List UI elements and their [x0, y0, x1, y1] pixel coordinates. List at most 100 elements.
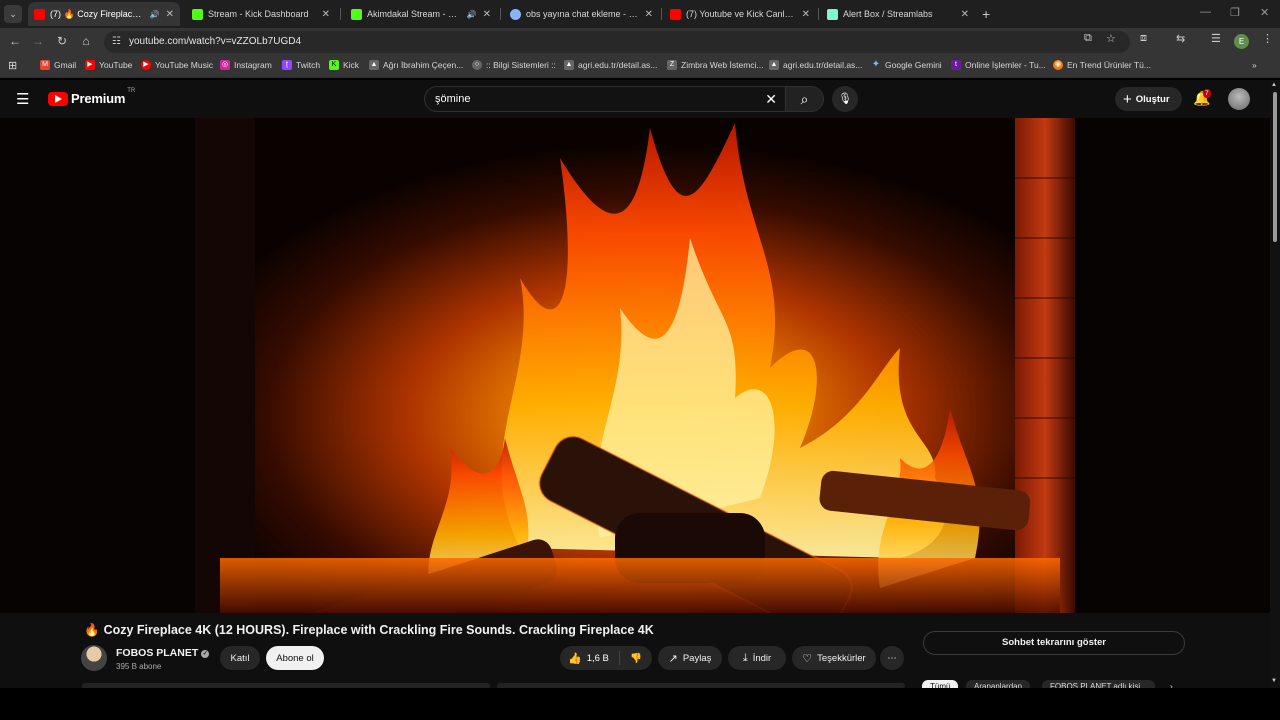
bookmark-star-icon[interactable]: ☆ [1106, 32, 1116, 45]
video-info: 🔥 Cozy Fireplace 4K (12 HOURS). Fireplace… [0, 613, 1270, 694]
bookmark-zimbra[interactable]: Z Zimbra Web İstemci... [667, 60, 764, 70]
new-tab-icon[interactable]: + [982, 6, 990, 22]
download-button[interactable]: ⤓ İndir [728, 646, 786, 670]
scrollbar-thumb[interactable] [1273, 92, 1277, 242]
close-tab-icon[interactable]: ✕ [961, 9, 969, 20]
install-app-icon[interactable]: ⧉ [1084, 32, 1092, 45]
channel-name[interactable]: FOBOS PLANET ✓ [116, 647, 210, 659]
scroll-up-icon[interactable]: ▲ [1271, 82, 1277, 88]
clear-search-icon[interactable]: ✕ [765, 91, 777, 108]
tab-title: (7) Youtube ve Kick Canlı Yayın [686, 9, 796, 19]
youtube-icon: ▶ [85, 60, 95, 70]
reload-icon[interactable]: ↻ [54, 34, 70, 48]
page-scrollbar[interactable] [1270, 80, 1280, 688]
browser-toolbar: ← → ↻ ⌂ ☷ youtube.com/watch?v=vZZOLb7UGD… [0, 28, 1280, 56]
kick-favicon-icon [351, 8, 362, 20]
more-dots-icon: ⋯ [887, 652, 897, 664]
bookmark-youtube-music[interactable]: ▶ YouTube Music [141, 60, 213, 70]
gemini-icon: ✦ [871, 59, 881, 70]
site-info-icon[interactable]: ☷ [112, 36, 121, 47]
bookmark-trend-urunler[interactable]: ◉ En Trend Ürünler Tü... [1053, 60, 1151, 70]
bookmark-instagram[interactable]: ◎ Instagram [220, 60, 272, 70]
more-actions-button[interactable]: ⋯ [880, 646, 904, 670]
translate-icon[interactable]: ⇆ [1176, 32, 1185, 45]
more-bookmarks-icon[interactable]: » [1252, 60, 1257, 70]
youtube-favicon-icon [670, 8, 681, 20]
search-button[interactable]: ⌕ [786, 86, 824, 112]
share-button[interactable]: ↗ Paylaş [658, 646, 722, 670]
share-label: Paylaş [682, 652, 712, 664]
profile-avatar[interactable]: E [1234, 34, 1249, 49]
speaker-icon[interactable]: 🔊 [150, 10, 160, 19]
search-query[interactable]: şömine [435, 93, 470, 105]
close-tab-icon[interactable]: ✕ [802, 9, 810, 20]
channel-avatar[interactable] [81, 645, 107, 671]
logo-text: Premium [71, 91, 126, 106]
taskbar-area [0, 688, 1280, 720]
close-window-icon[interactable]: ✕ [1260, 6, 1269, 19]
video-player[interactable] [0, 118, 1270, 613]
address-bar[interactable]: ☷ youtube.com/watch?v=vZZOLb7UGD4 [104, 31, 1130, 53]
speaker-icon[interactable]: 🔊 [467, 10, 477, 19]
like-button[interactable]: 👍 1,6 B [560, 651, 620, 665]
tab-youtube-kick[interactable]: (7) Youtube ve Kick Canlı Yayın ✕ [664, 2, 816, 26]
video-title: 🔥 Cozy Fireplace 4K (12 HOURS). Fireplace… [84, 623, 654, 638]
bookmark-gemini[interactable]: ✦ Google Gemini [871, 59, 942, 71]
tab-google-search[interactable]: obs yayına chat ekleme - Goog ✕ [504, 2, 659, 26]
restore-icon[interactable]: ❐ [1230, 6, 1240, 19]
download-icon: ⤓ [742, 651, 748, 664]
join-button[interactable]: Katıl [220, 646, 260, 670]
thanks-button[interactable]: ♡ Teşekkürler [792, 646, 876, 670]
tab-search-icon[interactable]: ⌄ [4, 5, 22, 23]
university-icon: ▲ [564, 60, 574, 70]
url-text[interactable]: youtube.com/watch?v=vZZOLb7UGD4 [129, 36, 301, 47]
bookmark-youtube[interactable]: ▶ YouTube [85, 60, 132, 70]
bookmark-agri-university[interactable]: ▲ Ağrı İbrahim Çeçen... [369, 60, 463, 70]
bookmark-bilgi-sistemleri[interactable]: ○:: Bilgi Sistemleri :: [472, 60, 556, 70]
menu-kebab-icon[interactable]: ⋮ [1262, 32, 1273, 45]
tab-akimdakal-stream[interactable]: Akimdakal Stream - Watch 🔊 ✕ [345, 2, 497, 26]
bookmark-gmail[interactable]: M Gmail [40, 60, 76, 70]
back-icon[interactable]: ← [7, 34, 23, 48]
tab-title: obs yayına chat ekleme - Goog [526, 9, 639, 19]
guide-menu-icon[interactable]: ☰ [16, 90, 29, 108]
close-tab-icon[interactable]: ✕ [322, 9, 330, 20]
close-tab-icon[interactable]: ✕ [645, 9, 653, 20]
subscribe-button[interactable]: Abone ol [266, 646, 324, 670]
media-control-icon[interactable]: ☰ [1211, 32, 1221, 45]
forward-icon[interactable]: → [30, 34, 46, 48]
bookmark-kick[interactable]: K Kick [329, 60, 359, 70]
shop-icon: ◉ [1053, 60, 1063, 70]
bookmark-twitch[interactable]: ʈ Twitch [282, 60, 320, 70]
apps-grid-icon[interactable]: ⊞ [8, 59, 17, 72]
scroll-down-icon[interactable]: ▼ [1271, 678, 1277, 684]
close-tab-icon[interactable]: ✕ [166, 9, 174, 20]
extensions-icon[interactable]: ⧈ [1140, 32, 1147, 45]
minimize-icon[interactable]: — [1200, 6, 1211, 18]
create-button[interactable]: + Oluştur [1115, 87, 1182, 111]
bookmark-online-islemler[interactable]: t Online İşlemler - Tu... [951, 60, 1046, 70]
tab-streamlabs[interactable]: Alert Box / Streamlabs ✕ [821, 2, 975, 26]
share-icon: ↗ [668, 652, 678, 665]
home-icon[interactable]: ⌂ [78, 34, 94, 48]
bookmark-agri-detail-2[interactable]: ▲ agri.edu.tr/detail.as... [769, 60, 862, 70]
bookmark-agri-detail-1[interactable]: ▲ agri.edu.tr/detail.as... [564, 60, 657, 70]
region-code: TR [127, 87, 136, 94]
close-tab-icon[interactable]: ✕ [483, 9, 491, 20]
twitch-icon: ʈ [282, 60, 292, 70]
tab-kick-dashboard[interactable]: Stream - Kick Dashboard ✕ [186, 2, 336, 26]
plus-icon: + [1123, 90, 1132, 108]
account-avatar[interactable] [1228, 88, 1250, 110]
university-icon: ▲ [769, 60, 779, 70]
show-chat-replay-button[interactable]: Sohbet tekrarını göster [923, 631, 1185, 655]
youtube-logo[interactable]: Premium TR [48, 87, 136, 106]
voice-search-button[interactable]: 🎙 [832, 86, 858, 112]
mail-icon: M [40, 60, 50, 70]
fire-emoji-icon: 🔥 [84, 623, 100, 637]
kick-favicon-icon [192, 8, 203, 20]
tab-title: Stream - Kick Dashboard [208, 9, 309, 19]
dislike-button[interactable]: 👎 [620, 653, 652, 664]
search-input[interactable]: şömine ✕ [424, 86, 786, 112]
tab-cozy-fireplace[interactable]: (7) 🔥 Cozy Fireplace 4K (1 🔊 ✕ [28, 2, 180, 26]
streamlabs-favicon-icon [827, 8, 838, 20]
